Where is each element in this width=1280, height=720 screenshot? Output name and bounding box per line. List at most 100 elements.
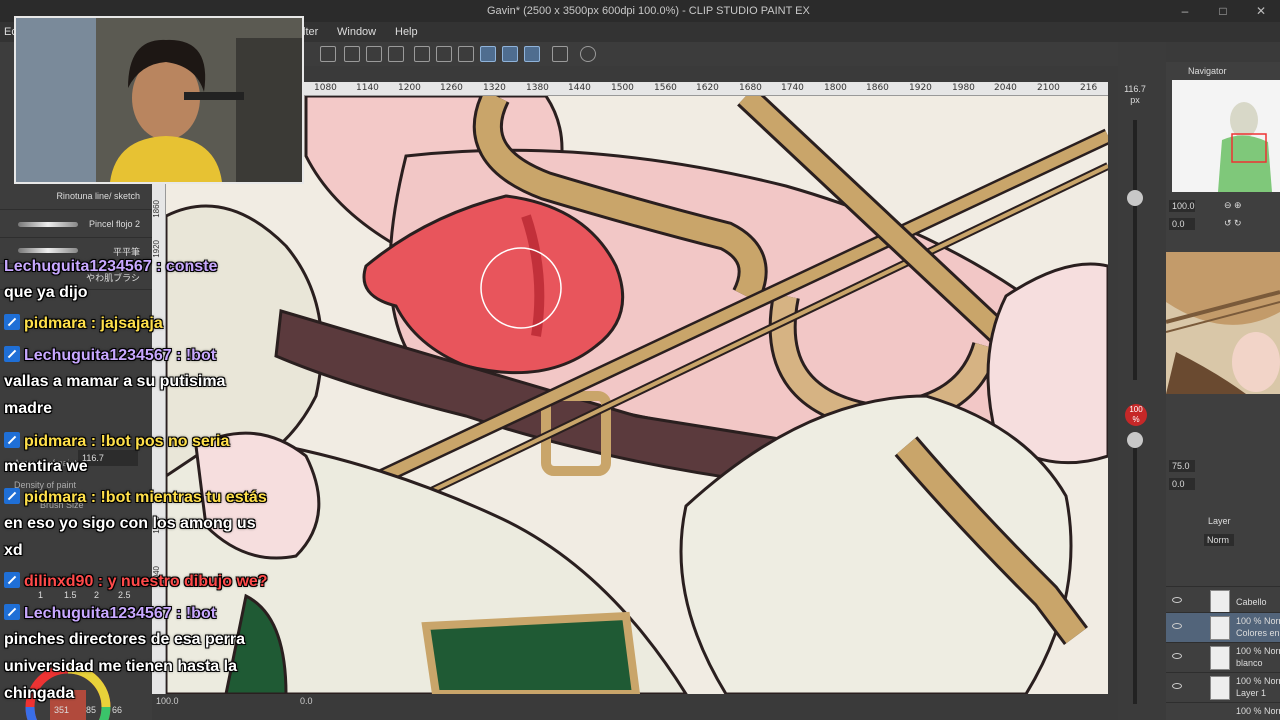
menu-window[interactable]: Window xyxy=(337,26,376,38)
sub-view-zoom-field[interactable]: 75.0 xyxy=(1169,460,1195,472)
help-icon[interactable] xyxy=(580,46,596,62)
angle-value[interactable]: 0.0 xyxy=(300,696,313,706)
ruler-tick: 1980 xyxy=(952,83,975,93)
navigator-thumbnail[interactable] xyxy=(1172,80,1280,192)
layer-thumbnail xyxy=(1210,676,1230,700)
clip-studio-window: Gavin* (2500 x 3500px 600dpi 100.0%) - C… xyxy=(0,0,1280,720)
chat-badge-icon xyxy=(4,604,20,620)
horizontal-ruler: 1080 1140 1200 1260 1320 1380 1440 1500 … xyxy=(300,82,1108,96)
ruler-tick: 1380 xyxy=(526,83,549,93)
menu-help[interactable]: Help xyxy=(395,26,418,38)
maximize-icon[interactable]: □ xyxy=(1204,0,1242,22)
ruler-tick: 1620 xyxy=(696,83,719,93)
zoom-out-icon[interactable]: ⊖ ⊕ xyxy=(1224,200,1242,211)
ruler-tick: 1140 xyxy=(356,83,379,93)
stroke-pen-icon[interactable] xyxy=(524,46,540,62)
zoom-readout-unit: px xyxy=(1130,95,1140,105)
webcam-overlay xyxy=(14,16,304,184)
rotate-icon[interactable]: ↺ ↻ xyxy=(1224,218,1242,229)
ruler-tick: 1740 xyxy=(781,83,804,93)
brush-size-slider[interactable] xyxy=(1133,120,1137,380)
navigator-zoom-field[interactable]: 100.0 xyxy=(1169,200,1195,212)
zoom-readout-value: 116.7 xyxy=(1124,84,1146,94)
fill-icon[interactable] xyxy=(366,46,382,62)
ruler-tick: 1680 xyxy=(739,83,762,93)
select-icon[interactable] xyxy=(344,46,360,62)
sub-view[interactable] xyxy=(1166,252,1280,394)
layer-opacity: 100 % Norm xyxy=(1236,706,1280,716)
chat-line: pidmara : !bot pos no seria xyxy=(24,433,230,450)
ruler-tick: 1440 xyxy=(568,83,591,93)
chat-badge-icon xyxy=(4,314,20,330)
brush-item[interactable]: Rinotuna line/ sketch xyxy=(0,184,152,210)
ruler-tick: 1260 xyxy=(440,83,463,93)
brush-name: Rinotuna line/ sketch xyxy=(56,191,140,201)
layer-thumbnail xyxy=(1210,646,1230,670)
ruler-tick: 2040 xyxy=(994,83,1017,93)
transform-icon[interactable] xyxy=(388,46,404,62)
layer-row[interactable]: 100 % Norm Layer 1 xyxy=(1166,672,1280,702)
sub-view-angle-field[interactable]: 0.0 xyxy=(1169,478,1195,490)
sub-view-image xyxy=(1166,252,1280,394)
chat-badge-icon xyxy=(4,346,20,362)
layer-name: Cabello xyxy=(1236,597,1267,607)
device-icon[interactable] xyxy=(552,46,568,62)
window-controls: – □ ✕ xyxy=(1166,0,1280,22)
layer-name: blanco xyxy=(1236,658,1263,668)
chat-line: que ya dijo xyxy=(4,284,88,301)
eye-icon[interactable] xyxy=(1172,623,1182,629)
stroke-line-icon[interactable] xyxy=(480,46,496,62)
navigator-angle-field[interactable]: 0.0 xyxy=(1169,218,1195,230)
chat-line: Lechuguita1234567 : !bot xyxy=(24,347,217,364)
ruler-tick: 1800 xyxy=(824,83,847,93)
chat-line: Lechuguita1234567 : !bot xyxy=(24,605,217,622)
eye-icon[interactable] xyxy=(1172,597,1182,603)
layer-opacity: 100 % Norm xyxy=(1236,676,1280,686)
webcam-image xyxy=(16,18,302,182)
close-icon[interactable]: ✕ xyxy=(1242,0,1280,22)
layer-name: Layer 1 xyxy=(1236,688,1267,698)
ruler-icon[interactable] xyxy=(458,46,474,62)
chat-line: mentira we xyxy=(4,458,88,475)
chat-line: Lechuguita1234567 : conste xyxy=(4,258,218,275)
chat-line: en eso yo sigo con los among us xyxy=(4,515,256,532)
layer-name: Colores en xyxy=(1236,628,1280,638)
ruler-tick: 1860 xyxy=(152,200,161,218)
layer-thumbnail xyxy=(1210,616,1230,640)
opacity-slider[interactable] xyxy=(1133,440,1137,704)
chat-line: pidmara : !bot mientras tu estás xyxy=(24,489,267,506)
chat-line: pidmara : jajsajaja xyxy=(24,315,163,332)
opacity-knob[interactable] xyxy=(1127,432,1143,448)
minimize-icon[interactable]: – xyxy=(1166,0,1204,22)
chat-line: dilinxd90 : y nuestro dibujo we? xyxy=(24,573,268,590)
brush-size-knob[interactable] xyxy=(1127,190,1143,206)
layer-row-active[interactable]: 100 % Norm Colores en xyxy=(1166,612,1280,642)
snap-icon[interactable] xyxy=(320,46,336,62)
stroke-curve-icon[interactable] xyxy=(502,46,518,62)
brush-name: Pincel flojo 2 xyxy=(88,219,140,229)
eye-icon[interactable] xyxy=(1172,683,1182,689)
ruler-tick: 1080 xyxy=(314,83,337,93)
layer-thumbnail xyxy=(1210,590,1230,614)
eye-icon[interactable] xyxy=(1172,653,1182,659)
artwork xyxy=(166,96,1108,694)
blend-mode-select[interactable]: Norm xyxy=(1204,534,1234,546)
layer-row[interactable]: 100 % Norm xyxy=(1166,702,1280,720)
ruler-tick: 1920 xyxy=(909,83,932,93)
brush-stroke-preview xyxy=(18,222,78,227)
chat-badge-icon xyxy=(4,488,20,504)
ruler-tick: 1200 xyxy=(398,83,421,93)
chat-badge-icon xyxy=(4,432,20,448)
brush-stroke-preview xyxy=(18,248,78,253)
drawing-canvas[interactable] xyxy=(166,96,1108,694)
brush-item[interactable]: Pincel flojo 2 xyxy=(0,212,152,238)
size-opacity-strip xyxy=(1118,42,1166,720)
opacity-badge: 100 % xyxy=(1125,404,1147,426)
grid-icon[interactable] xyxy=(414,46,430,62)
navigator-title: Navigator xyxy=(1188,66,1227,76)
frame-icon[interactable] xyxy=(436,46,452,62)
chat-line: pinches directores de esa perra xyxy=(4,631,245,648)
layer-row[interactable]: 100 % Norm blanco xyxy=(1166,642,1280,672)
opacity-value: 100 xyxy=(1129,405,1143,414)
menu-filter[interactable]: lter xyxy=(303,26,318,38)
